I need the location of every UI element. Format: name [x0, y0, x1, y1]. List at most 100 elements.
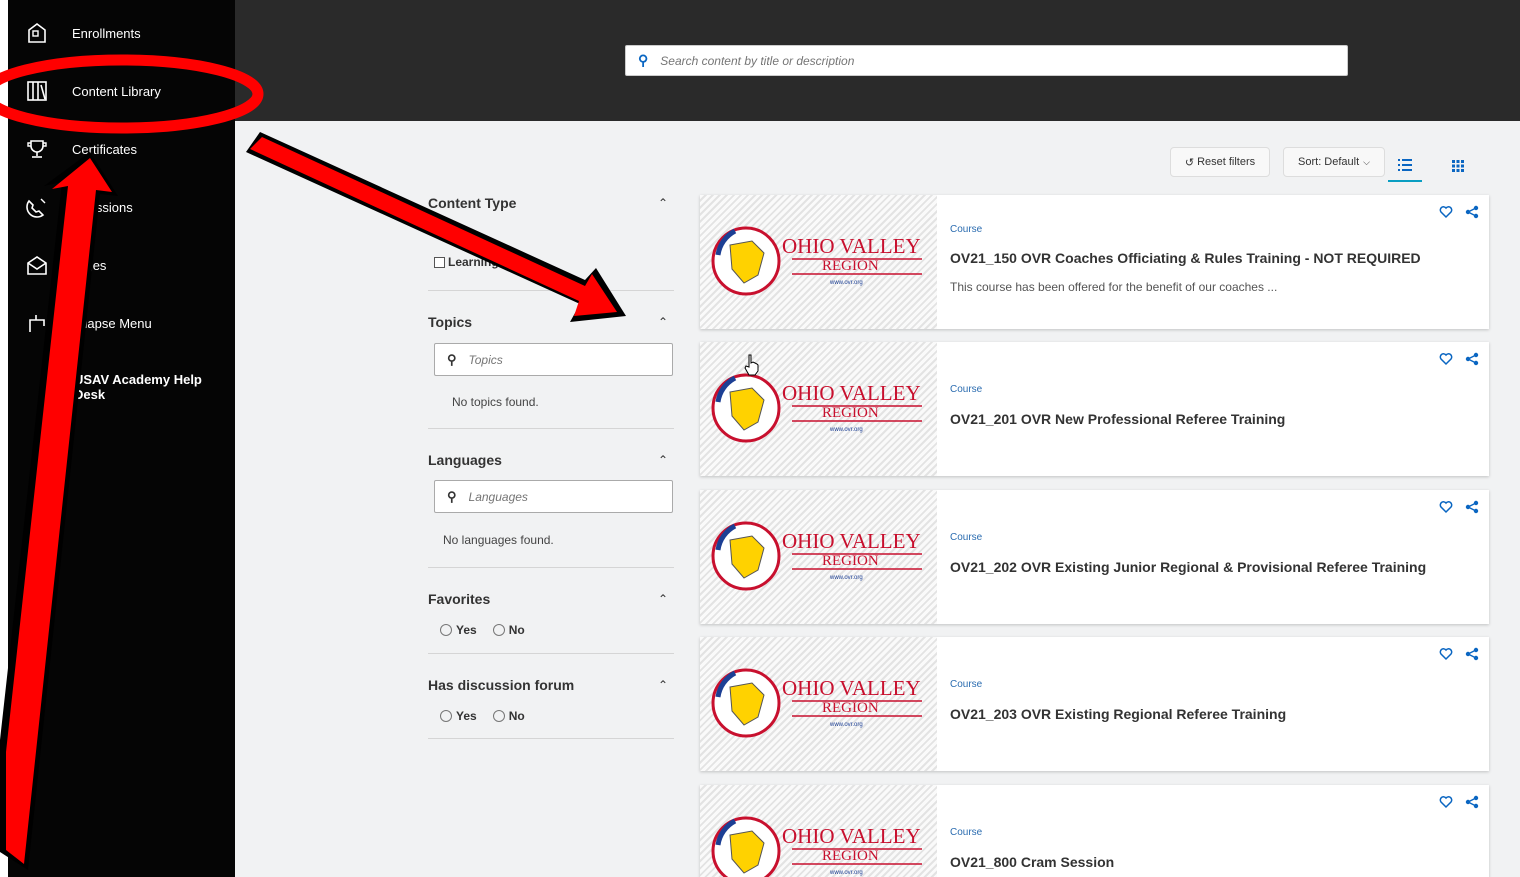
- sidebar-item-label: Sessions: [80, 199, 133, 215]
- card-actions: [1439, 352, 1479, 366]
- sidebar-item-enrollments[interactable]: Enrollments: [26, 22, 141, 44]
- forum-yes-radio[interactable]: [440, 710, 452, 722]
- share-icon[interactable]: [1465, 795, 1479, 809]
- filter-content-type-title: Content Type: [428, 195, 517, 211]
- sessions-icon: [26, 196, 48, 218]
- favorites-no-radio[interactable]: [492, 624, 505, 636]
- forum-no-radio[interactable]: [492, 710, 505, 722]
- card-actions: [1439, 647, 1479, 661]
- course-card[interactable]: OHIO VALLEY REGION www.ovr.org Course OV…: [700, 195, 1489, 329]
- sidebar-item-label: Certificates: [72, 141, 138, 157]
- grid-view-button[interactable]: [1441, 150, 1475, 182]
- heart-icon[interactable]: [1439, 352, 1453, 366]
- sort-dropdown[interactable]: Sort: Default ⌵: [1283, 147, 1385, 177]
- no-topics-text: No topics found.: [452, 395, 539, 409]
- course-description: This course has been offered for the ben…: [950, 280, 1278, 294]
- sidebar-item-label: Collapse Menu: [65, 315, 152, 331]
- reset-icon: ↺: [1184, 156, 1195, 169]
- chevron-up-icon[interactable]: ⌃: [658, 678, 668, 692]
- course-title[interactable]: OV21_201 OVR New Professional Referee Tr…: [950, 411, 1285, 427]
- sidebar-help-desk[interactable]: USAV Academy Help Desk: [74, 372, 235, 402]
- languages-search-box[interactable]: ⚲: [434, 480, 673, 513]
- sidebar: Enrollments Content Library Certificates…: [8, 0, 235, 877]
- course-thumbnail: OHIO VALLEY REGION www.ovr.org: [700, 490, 937, 624]
- sidebar-item-content-library[interactable]: Content Library: [26, 80, 161, 102]
- logo-line2: REGION: [822, 258, 879, 274]
- heart-icon[interactable]: [1439, 500, 1453, 514]
- grid-icon: [1452, 160, 1464, 172]
- search-box[interactable]: ⚲: [625, 45, 1348, 76]
- no-label: No: [508, 709, 525, 723]
- sidebar-item-messages[interactable]: essages: [26, 254, 106, 276]
- course-title[interactable]: OV21_203 OVR Existing Regional Referee T…: [950, 706, 1286, 722]
- search-icon: ⚲: [638, 52, 649, 68]
- logo-line1: OHIO VALLEY: [782, 824, 921, 848]
- learning-label: Learning: [448, 255, 499, 269]
- share-icon[interactable]: [1465, 205, 1479, 219]
- learning-checkbox[interactable]: [434, 256, 445, 268]
- logo-line2: REGION: [822, 848, 879, 864]
- logo-line1: OHIO VALLEY: [782, 676, 921, 700]
- filter-option-learning[interactable]: Learning: [434, 255, 499, 269]
- logo-line1: OHIO VALLEY: [782, 381, 921, 405]
- chevron-up-icon[interactable]: ⌃: [658, 315, 668, 329]
- course-thumbnail: OHIO VALLEY REGION www.ovr.org: [700, 785, 937, 877]
- logo-url: www.ovr.org: [829, 575, 863, 581]
- course-card[interactable]: OHIO VALLEY REGION www.ovr.org Course OV…: [700, 637, 1489, 771]
- logo-url: www.ovr.org: [829, 427, 863, 433]
- logo-line2: REGION: [822, 700, 879, 716]
- card-actions: [1439, 500, 1479, 514]
- logo-line1: OHIO VALLEY: [782, 234, 921, 258]
- sidebar-item-certificates[interactable]: Certificates: [26, 138, 137, 160]
- course-thumbnail: OHIO VALLEY REGION www.ovr.org: [700, 342, 937, 476]
- divider: [428, 653, 674, 654]
- chevron-up-icon[interactable]: ⌃: [658, 196, 668, 210]
- course-card[interactable]: OHIO VALLEY REGION www.ovr.org Course OV…: [700, 490, 1489, 624]
- course-thumbnail: OHIO VALLEY REGION www.ovr.org: [700, 195, 937, 329]
- sidebar-item-sessions[interactable]: Sessions: [26, 196, 133, 218]
- course-title[interactable]: OV21_800 Cram Session: [950, 854, 1114, 870]
- share-icon[interactable]: [1465, 647, 1479, 661]
- course-title[interactable]: OV21_150 OVR Coaches Officiating & Rules…: [950, 250, 1421, 266]
- envelope-icon: [26, 254, 48, 276]
- filter-forum-title: Has discussion forum: [428, 677, 575, 693]
- heart-icon[interactable]: [1439, 647, 1453, 661]
- topics-search-input[interactable]: [468, 352, 649, 367]
- list-view-button[interactable]: [1388, 150, 1422, 182]
- heart-icon[interactable]: [1439, 205, 1453, 219]
- chevron-down-icon: ⌵: [1363, 156, 1370, 167]
- heart-icon[interactable]: [1439, 795, 1453, 809]
- share-icon[interactable]: [1465, 500, 1479, 514]
- chevron-up-icon[interactable]: ⌃: [658, 453, 668, 467]
- course-thumbnail: OHIO VALLEY REGION www.ovr.org: [700, 637, 937, 771]
- search-icon: ⚲: [447, 488, 457, 504]
- chevron-up-icon[interactable]: ⌃: [658, 592, 668, 606]
- filter-favorites-title: Favorites: [428, 591, 491, 607]
- hand-cursor-icon: [744, 354, 759, 376]
- sort-label: Sort: Default: [1298, 156, 1360, 168]
- sidebar-item-label: Content Library: [72, 83, 161, 99]
- course-type-label: Course: [950, 532, 983, 543]
- sidebar-item-label: essages: [58, 257, 107, 273]
- favorites-yes-radio[interactable]: [440, 624, 452, 636]
- reset-filters-button[interactable]: ↺ Reset filters: [1170, 147, 1270, 177]
- course-card[interactable]: OHIO VALLEY REGION www.ovr.org Course OV…: [700, 785, 1489, 877]
- filter-topics-title: Topics: [428, 314, 473, 330]
- card-actions: [1439, 205, 1479, 219]
- logo-line2: REGION: [822, 405, 879, 421]
- logo-line2: REGION: [822, 553, 879, 569]
- languages-search-input[interactable]: [468, 489, 649, 504]
- search-icon: ⚲: [447, 351, 457, 367]
- share-icon[interactable]: [1465, 352, 1479, 366]
- search-input[interactable]: [660, 53, 1311, 68]
- course-type-label: Course: [950, 384, 983, 395]
- sidebar-item-collapse-menu[interactable]: Collapse Menu: [26, 312, 152, 334]
- collapse-icon: [26, 312, 48, 334]
- course-type-label: Course: [950, 224, 983, 235]
- course-title[interactable]: OV21_202 OVR Existing Junior Regional & …: [950, 559, 1426, 575]
- course-card[interactable]: OHIO VALLEY REGION www.ovr.org Course OV…: [700, 342, 1489, 476]
- yes-label: Yes: [456, 623, 477, 637]
- course-type-label: Course: [950, 679, 983, 690]
- sidebar-item-label: Enrollments: [72, 25, 141, 41]
- topics-search-box[interactable]: ⚲: [434, 343, 673, 376]
